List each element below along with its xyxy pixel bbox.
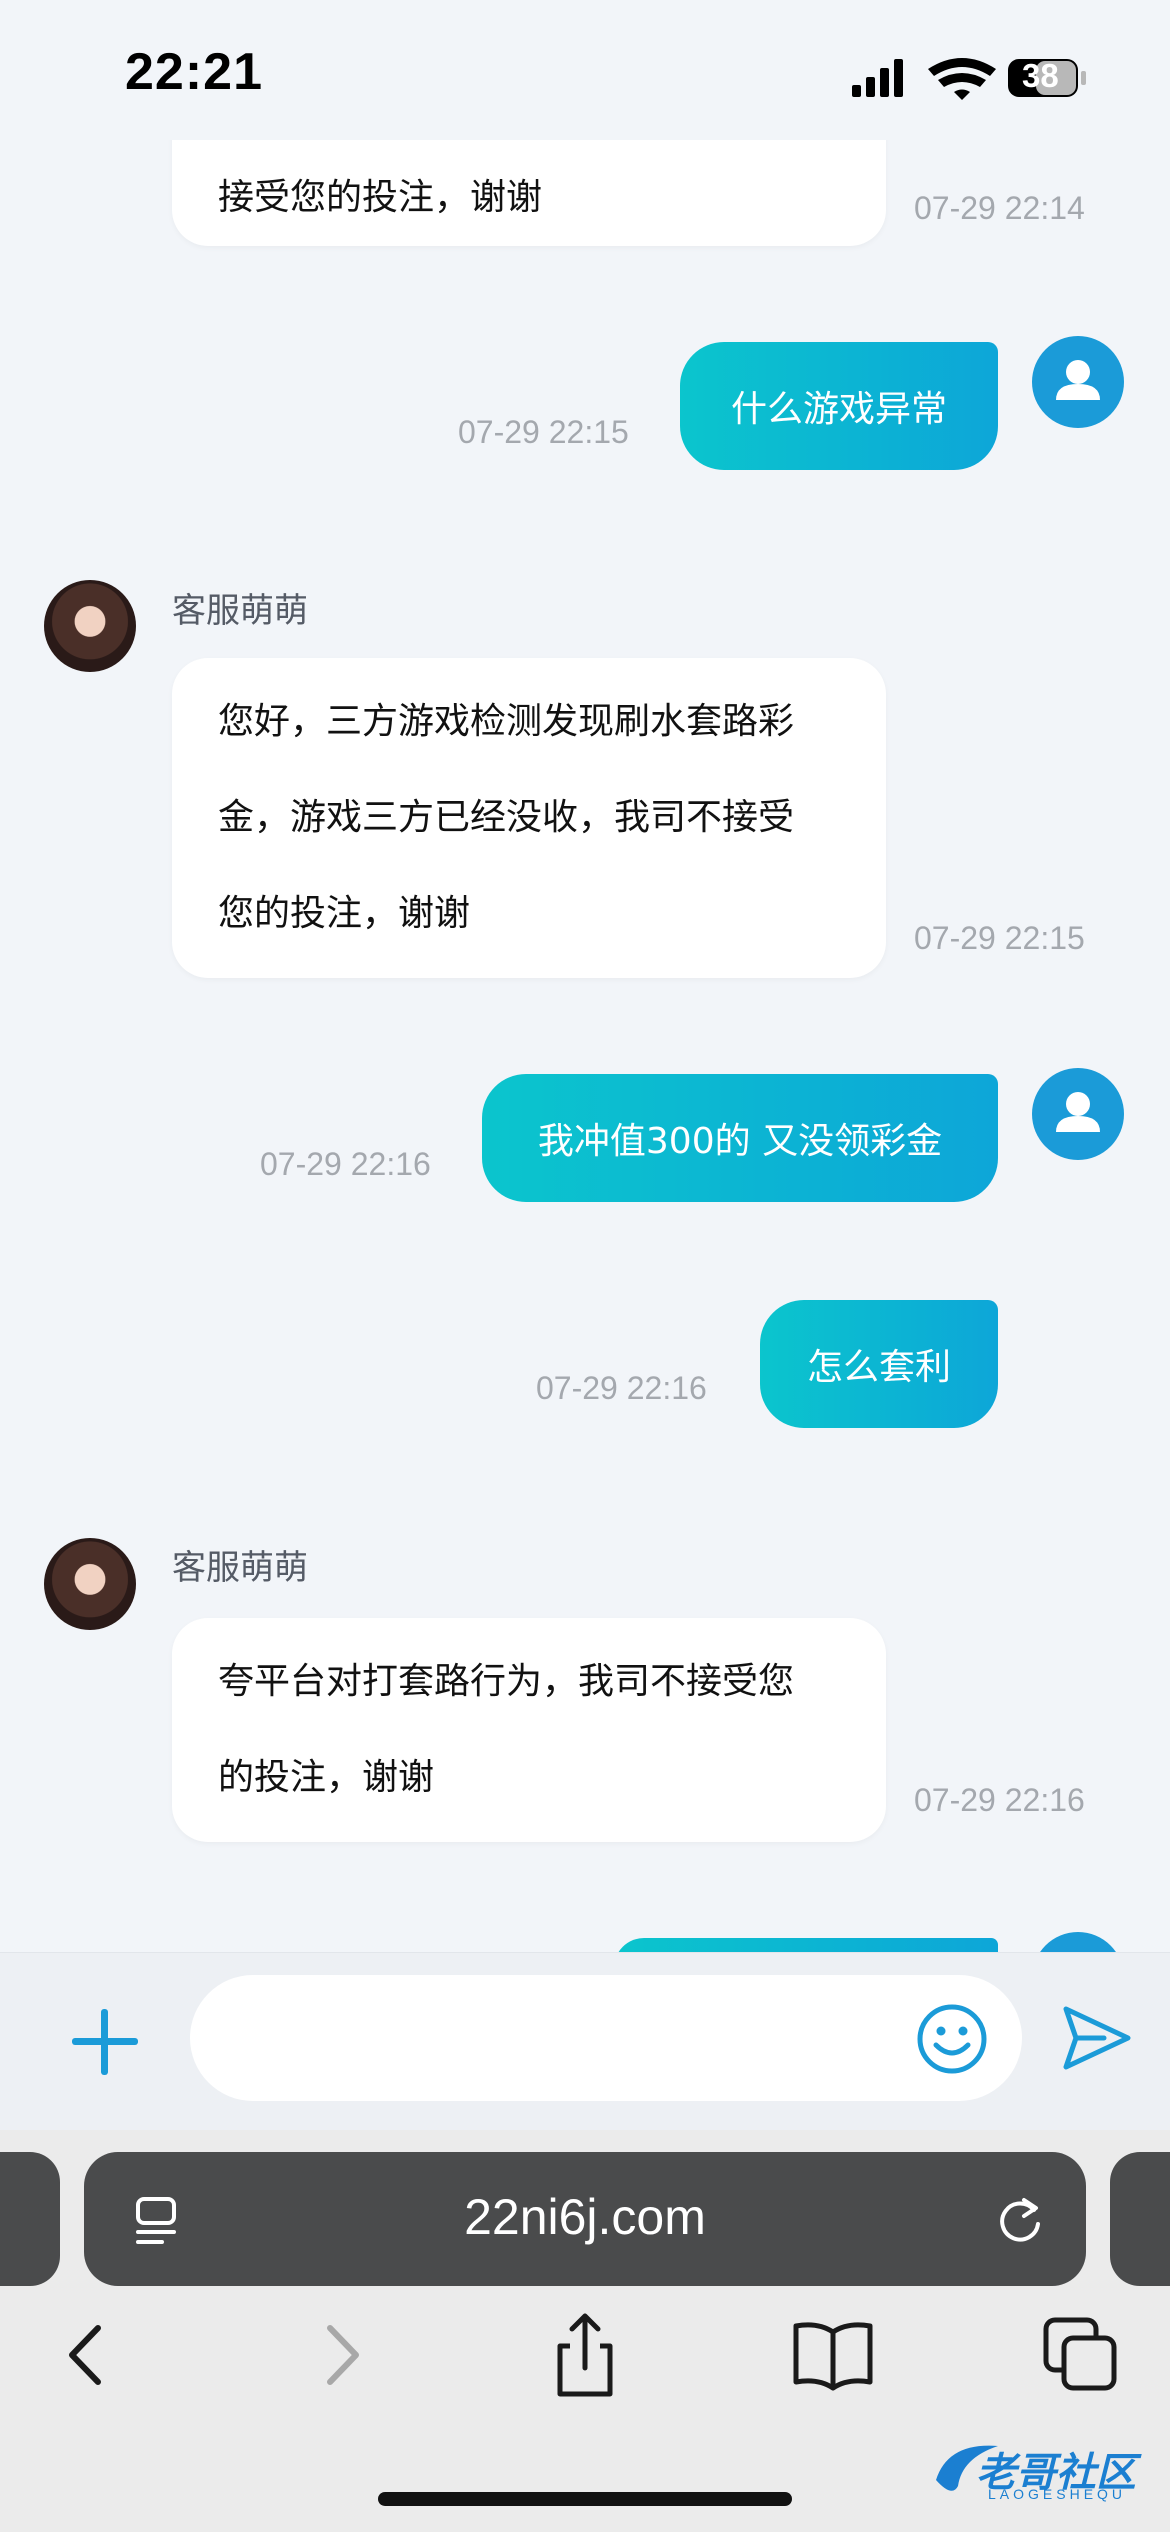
agent-message-bubble: 您好，三方游戏检测发现刷水套路彩 金，游戏三方已经没收，我司不接受 您的投注，谢…	[172, 658, 886, 978]
message-timestamp: 07-29 22:15	[458, 414, 629, 450]
tabs-button[interactable]	[1036, 2310, 1126, 2400]
agent-message-bubble: 接受您的投注，谢谢	[172, 140, 886, 246]
message-text: 接受您的投注，谢谢	[218, 177, 543, 218]
message-timestamp: 07-29 22:16	[914, 1782, 1085, 1818]
message-text-line: 的投注，谢谢	[218, 1757, 435, 1798]
message-text-line: 夸平台对打套路行为，我司不接受您	[218, 1661, 795, 1702]
back-icon	[69, 2325, 101, 2385]
message-timestamp: 07-29 22:16	[260, 1146, 431, 1182]
previous-tab-preview[interactable]	[0, 2152, 60, 2286]
user-avatar-icon	[1056, 360, 1100, 400]
message-text: 什么游戏异常	[730, 389, 947, 430]
user-avatar-icon	[1056, 1092, 1100, 1132]
message-text: 我冲值300的 又没领彩金	[537, 1121, 943, 1162]
emoji-icon[interactable]	[914, 2001, 990, 2077]
wifi-icon	[928, 58, 996, 100]
sender-name: 客服萌萌	[172, 591, 308, 631]
address-bar[interactable]: 22ni6j.com	[84, 2152, 1086, 2286]
chat-message-list[interactable]: 接受您的投注，谢谢 07-29 22:14 07-29 22:15 什么游戏异常…	[0, 140, 1170, 1952]
message-timestamp: 07-29 22:14	[914, 190, 1085, 226]
reload-icon[interactable]	[994, 2194, 1046, 2246]
user-avatar[interactable]	[1032, 1068, 1124, 1160]
message-text-line: 金，游戏三方已经没收，我司不接受	[218, 797, 795, 838]
agent-avatar[interactable]	[44, 580, 136, 672]
user-avatar[interactable]	[1032, 1932, 1124, 1952]
url-text: 22ni6j.com	[464, 2189, 706, 2245]
user-message-bubble	[614, 1938, 998, 1952]
back-button[interactable]	[42, 2310, 132, 2400]
watermark-logo: 老哥社区 LAOGESHEQU	[928, 2436, 1160, 2506]
message-text-line: 您的投注，谢谢	[218, 893, 471, 934]
agent-avatar[interactable]	[44, 1538, 136, 1630]
forward-button[interactable]	[296, 2310, 386, 2400]
agent-message-bubble: 夸平台对打套路行为，我司不接受您 的投注，谢谢	[172, 1618, 886, 1842]
user-avatar[interactable]	[1032, 336, 1124, 428]
battery-level: 38	[1022, 57, 1059, 94]
tabs-icon	[1043, 2317, 1117, 2391]
plus-icon[interactable]	[68, 2005, 142, 2079]
user-message-bubble: 我冲值300的 又没领彩金	[482, 1074, 998, 1202]
signal-icon	[852, 59, 903, 97]
bookmarks-button[interactable]	[788, 2310, 878, 2400]
home-indicator[interactable]	[378, 2492, 792, 2506]
send-icon[interactable]	[1060, 2003, 1134, 2073]
sender-name: 客服萌萌	[172, 1548, 308, 1588]
forward-icon	[327, 2325, 359, 2385]
share-button[interactable]	[540, 2310, 630, 2400]
message-input-bar	[0, 1952, 1170, 2130]
status-time: 22:21	[125, 43, 263, 101]
message-text-line: 您好，三方游戏检测发现刷水套路彩	[218, 701, 795, 742]
watermark-subtitle: LAOGESHEQU	[988, 2486, 1127, 2502]
message-text: 怎么套利	[806, 1347, 951, 1388]
share-icon	[557, 2313, 613, 2397]
user-message-bubble: 怎么套利	[760, 1300, 998, 1428]
message-timestamp: 07-29 22:15	[914, 920, 1085, 956]
status-icons: 38	[850, 55, 1090, 100]
message-input[interactable]	[190, 1975, 1022, 2101]
bookmarks-icon	[793, 2322, 873, 2391]
message-timestamp: 07-29 22:16	[536, 1370, 707, 1406]
user-message-bubble: 什么游戏异常	[680, 342, 998, 470]
next-tab-preview[interactable]	[1110, 2152, 1170, 2286]
